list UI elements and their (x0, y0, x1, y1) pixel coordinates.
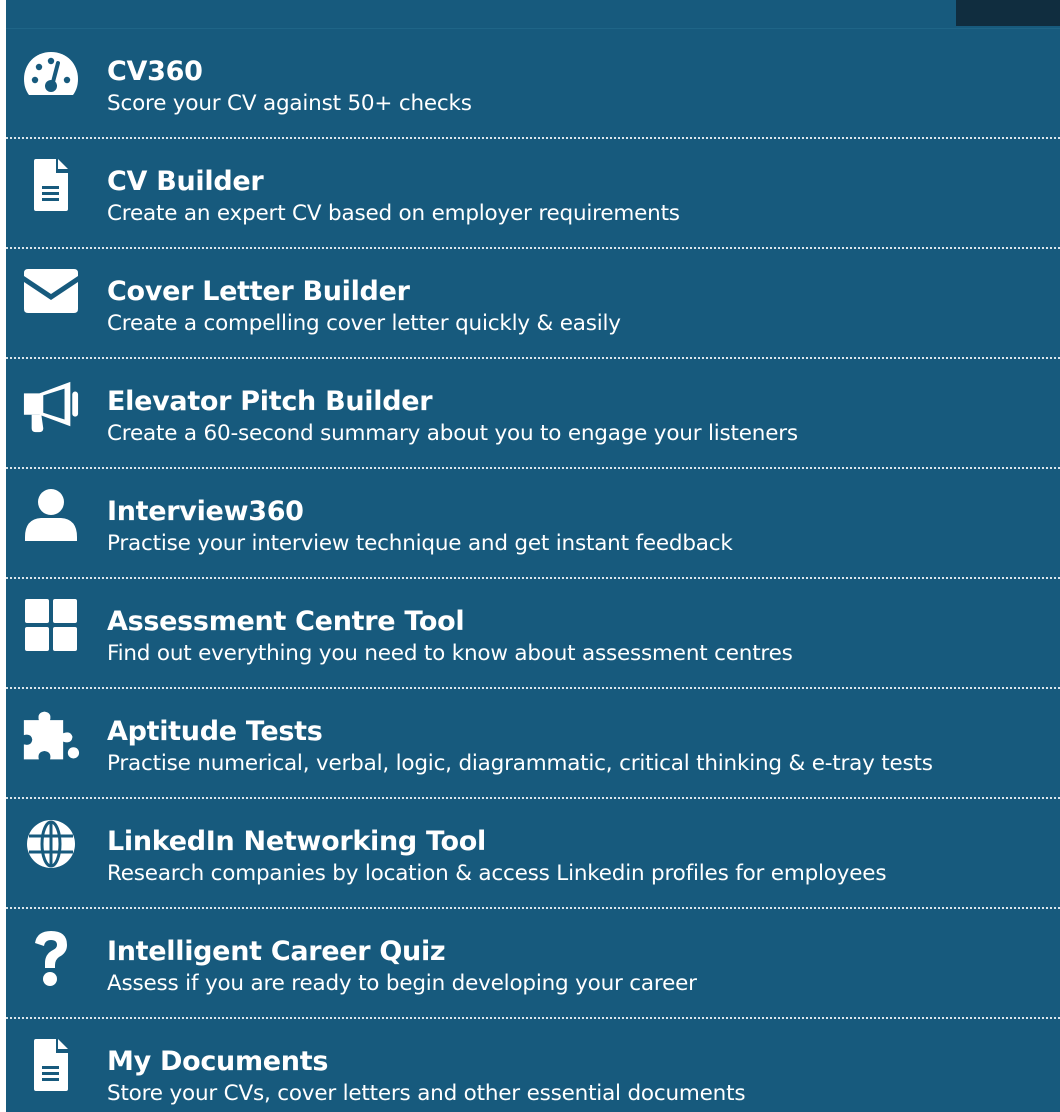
puzzle-icon (22, 709, 80, 767)
speedometer-icon (22, 49, 80, 107)
tools-menu-panel: CV360 Score your CV against 50+ checks C… (6, 0, 1060, 1112)
menu-item-my-documents[interactable]: My Documents Store your CVs, cover lette… (6, 1019, 1060, 1112)
menu-item-subtitle: Find out everything you need to know abo… (107, 641, 793, 666)
menu-item-cv360[interactable]: CV360 Score your CV against 50+ checks (6, 29, 1060, 139)
menu-item-interview360[interactable]: Interview360 Practise your interview tec… (6, 469, 1060, 579)
menu-item-subtitle: Create a compelling cover letter quickly… (107, 311, 621, 336)
document-icon (22, 1039, 80, 1097)
menu-item-title: Elevator Pitch Builder (107, 386, 433, 417)
menu-item-subtitle: Assess if you are ready to begin develop… (107, 971, 697, 996)
menu-item-aptitude-tests[interactable]: Aptitude Tests Practise numerical, verba… (6, 689, 1060, 799)
user-icon (22, 489, 80, 547)
document-icon (22, 159, 80, 217)
menu-item-cover-letter-builder[interactable]: Cover Letter Builder Create a compelling… (6, 249, 1060, 359)
grid-icon (22, 599, 80, 657)
menu-item-title: Intelligent Career Quiz (107, 936, 446, 967)
menu-item-cv-builder[interactable]: CV Builder Create an expert CV based on … (6, 139, 1060, 249)
menu-item-subtitle: Practise your interview technique and ge… (107, 531, 733, 556)
menu-item-title: Interview360 (107, 496, 304, 527)
menu-item-elevator-pitch-builder[interactable]: Elevator Pitch Builder Create a 60-secon… (6, 359, 1060, 469)
menu-item-title: LinkedIn Networking Tool (107, 826, 486, 857)
menu-item-title: CV360 (107, 56, 203, 87)
menu-item-subtitle: Create a 60-second summary about you to … (107, 421, 798, 446)
menu-item-title: Aptitude Tests (107, 716, 323, 747)
menu-item-title: Cover Letter Builder (107, 276, 410, 307)
menu-item-linkedin-networking-tool[interactable]: LinkedIn Networking Tool Research compan… (6, 799, 1060, 909)
menu-item-subtitle: Score your CV against 50+ checks (107, 91, 472, 116)
menu-item-subtitle: Research companies by location & access … (107, 861, 887, 886)
top-bar (6, 0, 1060, 29)
menu-item-title: Assessment Centre Tool (107, 606, 465, 637)
menu-item-intelligent-career-quiz[interactable]: Intelligent Career Quiz Assess if you ar… (6, 909, 1060, 1019)
menu-item-title: CV Builder (107, 166, 264, 197)
menu-item-subtitle: Store your CVs, cover letters and other … (107, 1081, 746, 1106)
menu-item-assessment-centre-tool[interactable]: Assessment Centre Tool Find out everythi… (6, 579, 1060, 689)
megaphone-icon (22, 379, 80, 437)
globe-icon (22, 819, 80, 877)
menu-item-title: My Documents (107, 1046, 329, 1077)
menu-item-subtitle: Practise numerical, verbal, logic, diagr… (107, 751, 933, 776)
top-right-block (956, 0, 1060, 26)
question-icon (22, 929, 80, 987)
tools-menu: CV360 Score your CV against 50+ checks C… (6, 29, 1060, 1112)
envelope-icon (22, 269, 80, 327)
menu-item-subtitle: Create an expert CV based on employer re… (107, 201, 680, 226)
